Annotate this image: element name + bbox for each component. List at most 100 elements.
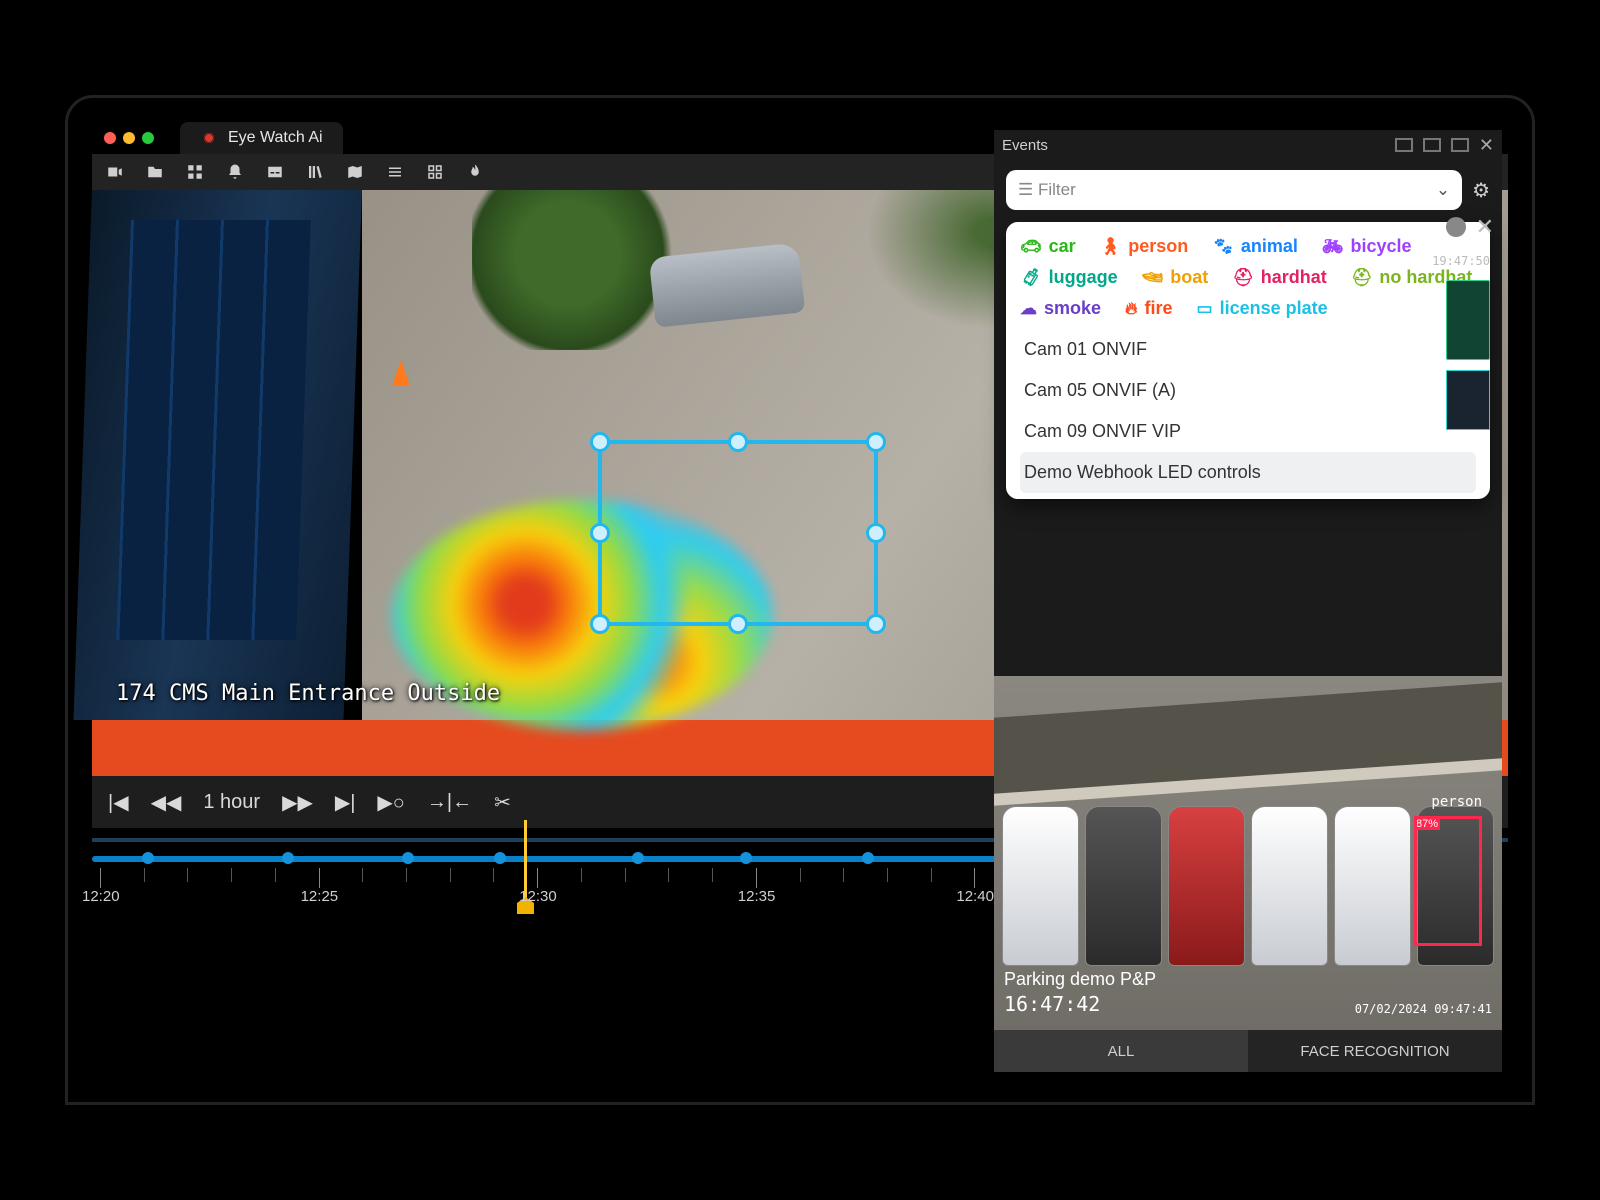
bell-icon[interactable] — [226, 163, 244, 181]
window-controls — [104, 132, 154, 144]
grid-icon[interactable] — [186, 163, 204, 181]
chip-label: bicycle — [1350, 236, 1411, 257]
fire-icon[interactable] — [466, 163, 484, 181]
event-preview[interactable]: person 87% Parking demo P&P 16:47:42 07/… — [994, 676, 1502, 1030]
preview-timestamp: 07/02/2024 09:47:41 — [1355, 1002, 1492, 1016]
chip-boat[interactable]: 🚤︎boat — [1142, 267, 1209, 288]
laptop-frame: Eye Watch Ai — [65, 95, 1535, 1105]
chip-label: luggage — [1049, 267, 1118, 288]
resize-handle-r[interactable] — [866, 523, 886, 543]
fire-icon: 🔥︎ — [1125, 299, 1137, 319]
tick-label: 12:20 — [82, 888, 120, 905]
tick-label: 12:40 — [956, 888, 994, 905]
events-titlebar: Events ✕ — [994, 130, 1502, 160]
chip-person[interactable]: 🚶︎person — [1100, 236, 1189, 257]
record-indicator-icon[interactable] — [1446, 217, 1466, 237]
selection-box[interactable] — [598, 440, 878, 626]
close-window-icon[interactable] — [104, 132, 116, 144]
screen: Eye Watch Ai — [92, 122, 1508, 1078]
dismiss-icon[interactable]: ✕ — [1476, 214, 1494, 240]
camera-option[interactable]: Demo Webhook LED controls — [1020, 452, 1476, 493]
cut-icon[interactable]: ✂ — [494, 790, 511, 815]
chip-label: fire — [1145, 298, 1173, 319]
apps-icon[interactable] — [426, 163, 444, 181]
rewind-icon[interactable]: ◀◀ — [151, 790, 182, 815]
app-title: Eye Watch Ai — [228, 129, 323, 147]
maximize-window-icon[interactable] — [142, 132, 154, 144]
caption-icon[interactable] — [266, 163, 284, 181]
chip-hardhat[interactable]: ⛑︎ hardhat — [1232, 267, 1327, 288]
step-forward-icon[interactable]: ▶| — [335, 790, 356, 815]
chip-label: hardhat — [1261, 267, 1327, 288]
list-icon[interactable] — [386, 163, 404, 181]
folder-icon[interactable] — [146, 163, 164, 181]
resize-handle-t[interactable] — [728, 432, 748, 452]
mark-in-icon[interactable]: →|← — [427, 791, 472, 814]
camera-icon[interactable] — [106, 163, 124, 181]
event-thumbnail[interactable] — [1446, 370, 1490, 430]
tick-label: 12:25 — [301, 888, 339, 905]
chip-bicycle[interactable]: 🚲︎ bicycle — [1322, 236, 1412, 257]
tab-all[interactable]: ALL — [994, 1030, 1248, 1072]
filter-placeholder: Filter — [1038, 180, 1076, 200]
time-range-button[interactable]: 1 hour — [203, 791, 260, 814]
tick-label: 12:35 — [738, 888, 776, 905]
class-chips: 🚗︎ car 🚶︎person 🐾︎animal 🚲︎ bicycle 🧳︎ lugg… — [1020, 236, 1476, 319]
detection-box — [1414, 816, 1482, 946]
app-tab[interactable]: Eye Watch Ai — [180, 122, 343, 154]
minimize-window-icon[interactable] — [123, 132, 135, 144]
panel-dock-left-icon[interactable] — [1395, 138, 1413, 152]
settings-sliders-icon[interactable]: ⚙︎ — [1472, 178, 1490, 203]
forward-icon[interactable]: ▶▶ — [282, 790, 313, 815]
skip-start-icon[interactable]: |◀ — [108, 790, 129, 815]
chip-car[interactable]: 🚗︎ car — [1020, 236, 1076, 257]
panel-dock-right-icon[interactable] — [1451, 138, 1469, 152]
filter-input[interactable]: ☰ Filter ⌄ — [1006, 170, 1462, 210]
panel-maximize-icon[interactable] — [1423, 138, 1441, 152]
chip-license-plate[interactable]: ▭license plate — [1197, 298, 1328, 319]
preview-time: 16:47:42 — [1004, 992, 1100, 1016]
camera-option[interactable]: Cam 05 ONVIF (A) — [1020, 370, 1476, 411]
chip-luggage[interactable]: 🧳︎ luggage — [1020, 267, 1118, 288]
chip-label: car — [1049, 236, 1076, 257]
camera-option[interactable]: Cam 01 ONVIF — [1020, 329, 1476, 370]
hardhat-icon: ⛑︎ — [1232, 268, 1254, 288]
resize-handle-tl[interactable] — [590, 432, 610, 452]
camera-label: 174 CMS Main Entrance Outside — [116, 681, 500, 706]
preview-camera-name: Parking demo P&P — [1004, 969, 1156, 990]
recording-status: ✕ — [1446, 214, 1494, 240]
panel-close-icon[interactable]: ✕ — [1479, 135, 1494, 156]
filter-icon: ☰ — [1018, 180, 1033, 200]
resize-handle-b[interactable] — [728, 614, 748, 634]
resize-handle-l[interactable] — [590, 523, 610, 543]
animal-icon: 🐾︎ — [1212, 237, 1234, 257]
luggage-icon: 🧳︎ — [1020, 268, 1042, 288]
chevron-down-icon[interactable]: ⌄ — [1436, 180, 1450, 200]
event-time-chip: 19:47:50 — [1432, 254, 1490, 268]
chip-label: smoke — [1044, 298, 1101, 319]
resize-handle-tr[interactable] — [866, 432, 886, 452]
resize-handle-br[interactable] — [866, 614, 886, 634]
bicycle-icon: 🚲︎ — [1322, 237, 1344, 257]
map-icon[interactable] — [346, 163, 364, 181]
camera-option[interactable]: Cam 09 ONVIF VIP — [1020, 411, 1476, 452]
chip-fire[interactable]: 🔥︎ fire — [1125, 298, 1173, 319]
play-out-icon[interactable]: ▶○ — [377, 790, 404, 815]
chip-smoke[interactable]: ☁︎ smoke — [1020, 298, 1101, 319]
library-icon[interactable] — [306, 163, 324, 181]
events-panel: Events ✕ ☰ Filter ⌄ ⚙︎ ✕ 19:47:50 — [994, 130, 1502, 1072]
building-facade — [73, 190, 362, 720]
smoke-icon: ☁︎ — [1020, 299, 1037, 319]
tab-face-recognition[interactable]: FACE RECOGNITION — [1248, 1030, 1502, 1072]
tick-label: 12:30 — [519, 888, 557, 905]
chip-label: boat — [1170, 267, 1208, 288]
detection-class: person — [1431, 794, 1482, 810]
camera-list: Cam 01 ONVIF Cam 05 ONVIF (A) Cam 09 ONV… — [1020, 329, 1476, 493]
resize-handle-bl[interactable] — [590, 614, 610, 634]
chip-animal[interactable]: 🐾︎animal — [1212, 236, 1298, 257]
laptop-base — [65, 1102, 1535, 1105]
plate-icon: ▭ — [1197, 299, 1213, 319]
car-icon: 🚗︎ — [1020, 237, 1042, 257]
app-logo-icon — [200, 129, 218, 147]
event-thumbnail[interactable] — [1446, 280, 1490, 360]
